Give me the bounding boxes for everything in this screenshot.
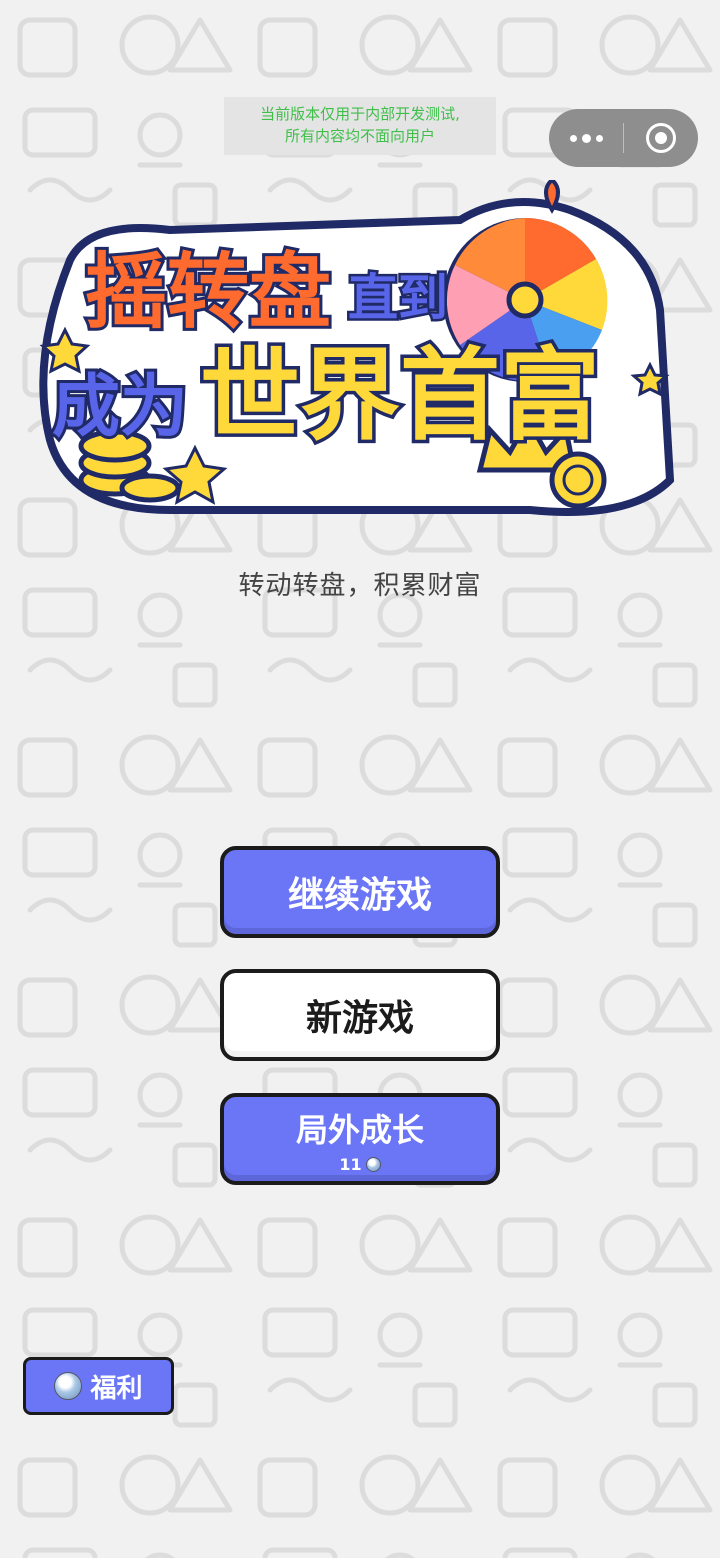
gem-icon	[365, 1156, 381, 1172]
target-circle-icon[interactable]	[646, 123, 676, 153]
meta-growth-cost-value: 11	[339, 1154, 362, 1174]
mini-program-capsule	[549, 109, 698, 167]
new-game-label: 新游戏	[305, 998, 414, 1039]
meta-growth-button[interactable]: 局外成长 11	[220, 1093, 500, 1185]
logo-line1-sub: 直到	[348, 269, 448, 327]
welfare-label: 福利	[90, 1373, 143, 1404]
meta-growth-label: 局外成长	[295, 1110, 424, 1149]
more-dots-icon[interactable]	[549, 109, 623, 167]
continue-game-label: 继续游戏	[287, 875, 432, 916]
coin-icon	[549, 451, 607, 509]
welfare-button[interactable]: 福利	[23, 1357, 174, 1415]
meta-growth-cost: 11	[339, 1154, 381, 1174]
dev-notice-line2: 所有内容均不面向用户	[284, 127, 435, 145]
subtitle: 转动转盘，积累财富	[238, 571, 482, 601]
logo-line2-main: 世界首富	[200, 337, 600, 454]
logo-line1-main: 摇转盘	[85, 245, 331, 340]
new-game-button[interactable]: 新游戏	[220, 969, 500, 1061]
logo-line2-sub: 成为	[52, 368, 188, 447]
continue-game-button[interactable]: 继续游戏	[220, 846, 500, 938]
dev-notice-banner: 当前版本仅用于内部开发测试, 所有内容均不面向用户	[224, 97, 496, 155]
game-logo: 摇转盘 直到 成为 世界首富	[39, 180, 675, 516]
capsule-divider	[623, 123, 624, 153]
gem-icon	[54, 1372, 83, 1400]
dev-notice-line1: 当前版本仅用于内部开发测试,	[260, 105, 460, 123]
